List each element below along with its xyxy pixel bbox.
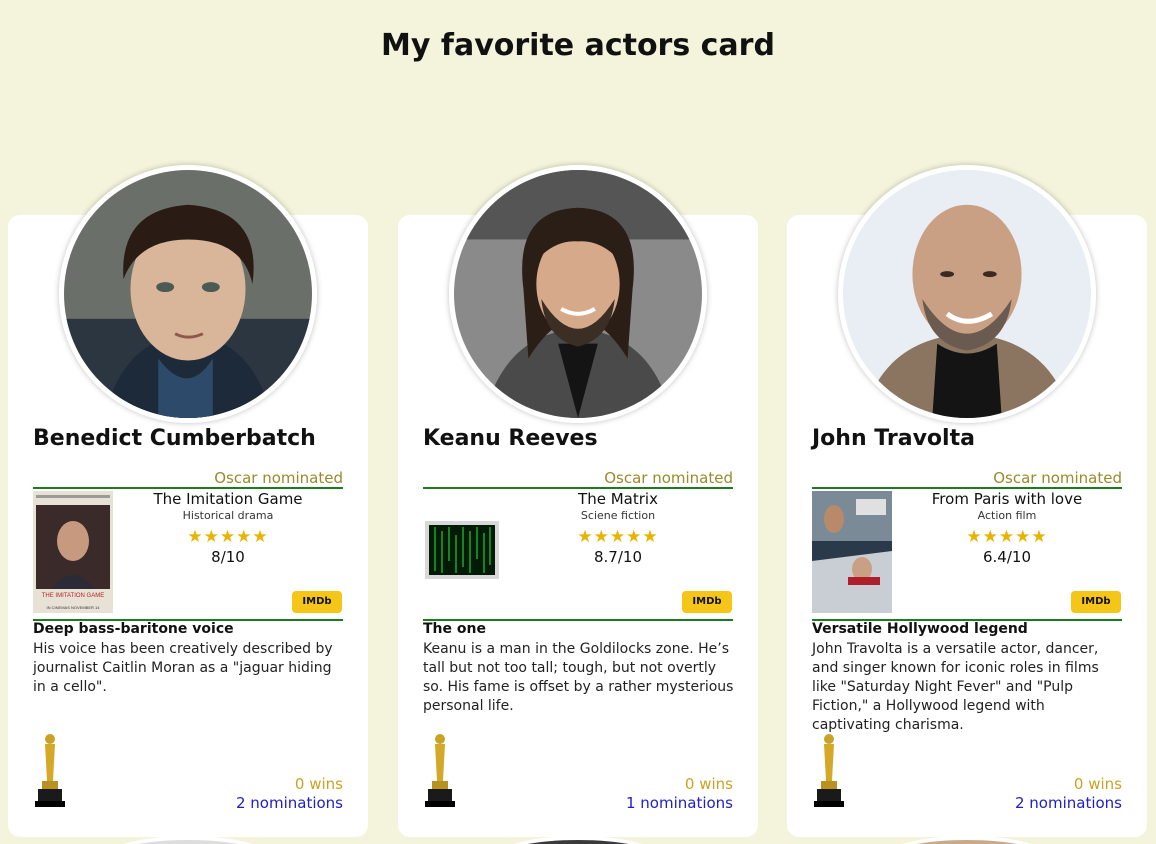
movie-rating: 8/10 (211, 548, 245, 566)
poster-matrix (425, 521, 499, 579)
oscar-nominations: 2 nominations (235, 794, 343, 812)
page-title: My favorite actors card (381, 28, 775, 63)
actor-card: John Travolta Oscar nominated From Paris… (787, 165, 1147, 837)
movie-title: The Matrix (578, 490, 658, 508)
actor-card: Keanu Reeves Oscar nominated The Matrix … (398, 165, 758, 837)
movie-rating: 8.7/10 (594, 548, 642, 566)
movie-poster[interactable] (425, 521, 499, 579)
actor-photo-travolta (843, 170, 1091, 418)
svg-text:THE IMITATION GAME: THE IMITATION GAME (42, 593, 104, 599)
imdb-link-button[interactable]: IMDb (292, 591, 342, 613)
next-card-avatar (887, 836, 1047, 844)
trait-title: Deep bass-baritone voice (33, 621, 234, 637)
actor-photo (449, 165, 707, 423)
oscar-status: Oscar nominated (214, 469, 343, 487)
oscar-statuette-icon (35, 734, 65, 807)
actor-name: John Travolta (812, 426, 975, 451)
divider (33, 487, 343, 489)
trait-description: John Travolta is a versatile actor, danc… (812, 641, 1099, 733)
movie-genre: Historical drama (182, 509, 274, 522)
actor-photo-benedict (64, 170, 312, 418)
movie-poster[interactable] (812, 491, 892, 613)
next-card-avatar (498, 836, 658, 844)
oscar-wins: 0 wins (684, 775, 733, 793)
trait-description: Keanu is a man in the Goldilocks zone. H… (423, 641, 734, 714)
movie-poster[interactable]: THE IMITATION GAME IN CINEMAS NOVEMBER 1… (33, 491, 113, 613)
oscar-nominations: 1 nominations (625, 794, 733, 812)
oscar-statuette-icon (425, 734, 455, 807)
oscar-wins: 0 wins (294, 775, 343, 793)
oscar-nominations: 2 nominations (1014, 794, 1122, 812)
trait-description: His voice has been creatively described … (33, 641, 333, 695)
oscar-status: Oscar nominated (604, 469, 733, 487)
movie-info: The Imitation Game Historical drama ★★★★… (123, 490, 333, 566)
oscar-wins: 0 wins (1073, 775, 1122, 793)
movie-info: The Matrix Sciene fiction ★★★★★ 8.7/10 (513, 490, 723, 566)
trait-title: The one (423, 621, 486, 637)
actor-name: Keanu Reeves (423, 426, 598, 451)
actor-photo (838, 165, 1096, 423)
movie-title: The Imitation Game (153, 490, 303, 508)
divider (812, 487, 1122, 489)
oscar-status: Oscar nominated (993, 469, 1122, 487)
imdb-link-button[interactable]: IMDb (682, 591, 732, 613)
actor-photo (59, 165, 317, 423)
actor-photo-keanu (454, 170, 702, 418)
poster-from-paris-with-love (812, 491, 892, 613)
movie-title: From Paris with love (931, 490, 1083, 508)
actor-card: Benedict Cumberbatch Oscar nominated THE… (8, 165, 368, 837)
movie-genre: Action film (977, 509, 1037, 522)
movie-genre: Sciene fiction (580, 509, 656, 522)
movie-info: From Paris with love Action film ★★★★★ 6… (902, 490, 1112, 566)
divider (423, 487, 733, 489)
rating-stars-icon: ★★★★★ (187, 527, 269, 547)
rating-stars-icon: ★★★★★ (966, 527, 1048, 547)
imdb-link-button[interactable]: IMDb (1071, 591, 1121, 613)
oscar-statuette-icon (814, 734, 844, 807)
svg-text:IN CINEMAS NOVEMBER 14: IN CINEMAS NOVEMBER 14 (47, 605, 101, 610)
next-card-avatar (108, 836, 268, 844)
actor-name: Benedict Cumberbatch (33, 426, 316, 451)
rating-stars-icon: ★★★★★ (577, 527, 659, 547)
poster-imitation-game: THE IMITATION GAME IN CINEMAS NOVEMBER 1… (33, 491, 113, 613)
trait-title: Versatile Hollywood legend (812, 621, 1028, 637)
movie-rating: 6.4/10 (983, 548, 1031, 566)
